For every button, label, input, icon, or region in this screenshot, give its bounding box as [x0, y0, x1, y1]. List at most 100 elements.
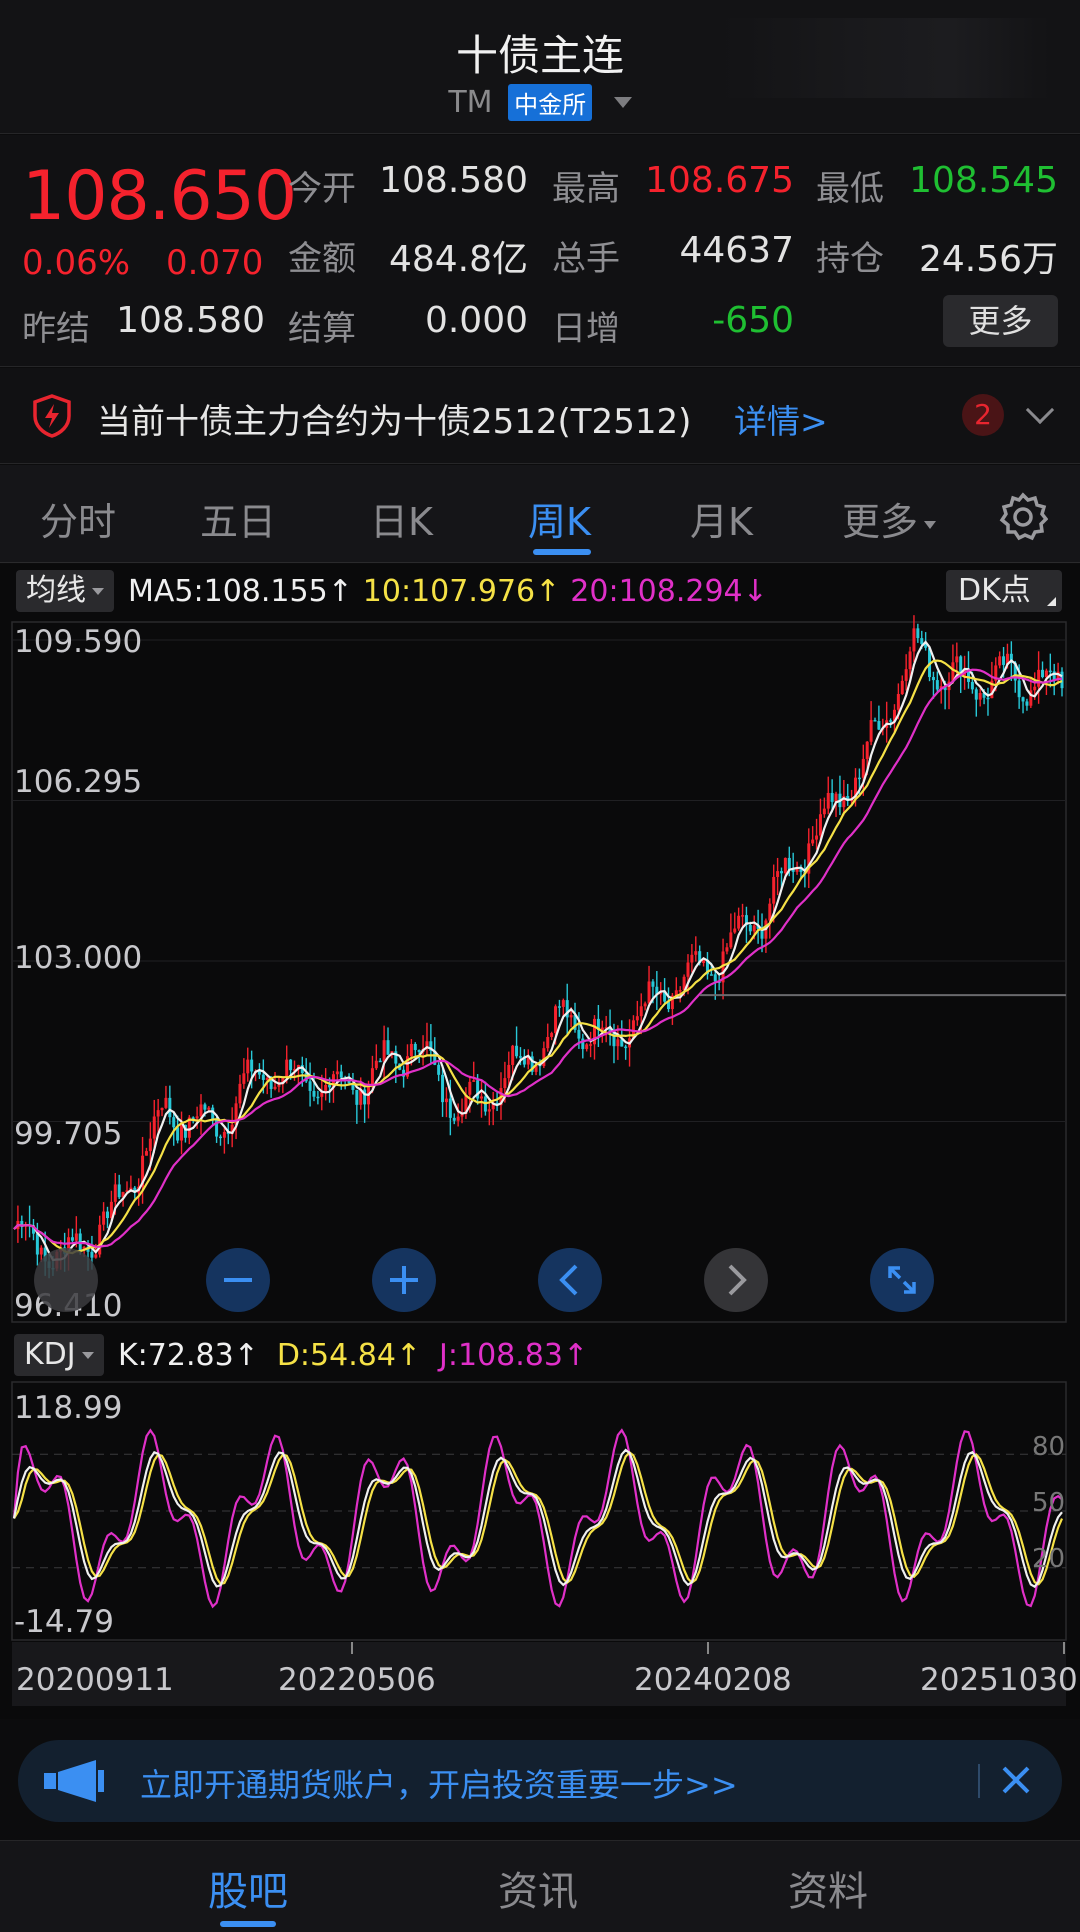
candle-body: [207, 1107, 211, 1110]
candle-body: [1033, 686, 1037, 691]
candle-body: [861, 758, 865, 778]
candle-body: [339, 1071, 343, 1078]
low-label: 最低: [816, 169, 884, 209]
candle-body: [518, 1056, 522, 1058]
ma-indicator-bar: 均线 MA5:108.155↑ 10:107.976↑ 20:108.294↓ DK…: [0, 564, 1080, 620]
chevron-down-icon[interactable]: [1025, 395, 1055, 425]
details-link[interactable]: 详情>: [734, 395, 828, 443]
exchange-badge: 中金所: [508, 84, 593, 121]
price-axis-label: 99.705: [14, 1116, 123, 1152]
tab-daily-k[interactable]: 日K: [370, 491, 433, 546]
candle-body: [218, 1136, 222, 1139]
candle-body: [370, 1068, 374, 1086]
candle-body: [772, 876, 776, 904]
scroll-left-button[interactable]: [538, 1248, 602, 1312]
candle-body: [729, 932, 733, 948]
candle-body: [238, 1083, 242, 1104]
low-value: 108.545: [909, 160, 1058, 201]
candle-body: [557, 1006, 561, 1008]
kline-chart-canvas[interactable]: [0, 564, 1080, 1719]
candle-body: [113, 1184, 117, 1202]
candle-body: [822, 808, 826, 815]
candle-body: [826, 792, 830, 809]
kdj-level-label: 50: [1032, 1488, 1066, 1518]
candle-body: [168, 1097, 172, 1118]
candle-body: [164, 1097, 168, 1108]
date-axis-label: 20200911: [16, 1662, 174, 1698]
candle-body: [507, 1064, 511, 1079]
candle-body: [456, 1116, 460, 1121]
candle-body: [316, 1096, 320, 1099]
candle-body: [417, 1050, 421, 1053]
candle-body: [546, 1036, 550, 1049]
candle-body: [378, 1060, 382, 1063]
kdj-indicator-bar: KDJ K:72.83↑ D:54.84↑ J:108.83↑: [0, 1328, 1080, 1384]
candle-body: [550, 1033, 554, 1037]
banner-divider: [978, 1764, 980, 1798]
open-label: 今开: [288, 169, 356, 209]
candle-body: [1044, 670, 1048, 678]
corner-triangle-icon: [1047, 597, 1056, 606]
candle-body: [920, 638, 924, 645]
candle-body: [94, 1254, 98, 1258]
high-label: 最高: [552, 169, 620, 209]
candle-body: [444, 1098, 448, 1103]
candle-body: [257, 1071, 261, 1075]
kline-chart[interactable]: 均线 MA5:108.155↑ 10:107.976↑ 20:108.294↓ DK…: [0, 564, 1080, 1719]
gear-icon[interactable]: [998, 491, 1048, 541]
main-contract-notice[interactable]: 当前十债主力合约为十债2512(T2512) 详情> 2: [0, 368, 1080, 464]
more-button[interactable]: 更多: [943, 295, 1058, 347]
tab-five-day[interactable]: 五日: [200, 491, 276, 546]
shield-lightning-icon: [33, 394, 71, 438]
tab-more[interactable]: 更多: [842, 491, 937, 546]
candle-body: [970, 681, 974, 690]
volume-label: 总手: [552, 239, 620, 279]
notice-count-badge: 2: [962, 394, 1004, 436]
candle-body: [955, 656, 959, 663]
high-value: 108.675: [645, 160, 794, 201]
candle-body: [779, 871, 783, 874]
kdj-k-line: [12, 1448, 1063, 1589]
candle-body: [908, 651, 912, 670]
expand-icon: [888, 1266, 916, 1294]
tab-intraday[interactable]: 分时: [40, 491, 116, 546]
dropdown-arrow-icon[interactable]: [613, 97, 632, 108]
nav-news[interactable]: 资讯: [498, 1859, 578, 1917]
settle-label: 结算: [288, 309, 356, 349]
last-price: 108.650: [22, 157, 297, 236]
dk-point-label: DK点: [958, 573, 1031, 608]
fullscreen-button[interactable]: [870, 1248, 934, 1312]
candle-body: [713, 974, 717, 982]
candle-body: [277, 1084, 281, 1087]
candle-body: [176, 1127, 180, 1141]
nav-info[interactable]: 资料: [788, 1859, 868, 1917]
kdj-selector[interactable]: KDJ: [14, 1334, 104, 1376]
quote-panel: 108.650 0.06% 0.070 昨结 108.580 今开 108.58…: [0, 135, 1080, 367]
chart-control[interactable]: [34, 1248, 98, 1312]
candle-body: [577, 1029, 581, 1039]
period-tabs: 分时 五日 日K 周K 月K 更多: [0, 465, 1080, 563]
date-axis-label: 20251030: [920, 1662, 1078, 1698]
candle-body: [639, 1006, 643, 1017]
dk-point-button[interactable]: DK点: [946, 570, 1062, 612]
ma-selector[interactable]: 均线: [16, 570, 114, 612]
caret-down-icon: [924, 520, 937, 529]
candle-body: [487, 1109, 491, 1112]
close-icon[interactable]: [996, 1760, 1036, 1800]
candle-body: [900, 680, 904, 695]
ma20-value: 20:108.294↓: [570, 574, 768, 609]
zoom-out-button[interactable]: [206, 1248, 270, 1312]
tab-monthly-k[interactable]: 月K: [690, 491, 753, 546]
candle-body: [261, 1074, 265, 1080]
candle-body: [191, 1117, 195, 1119]
kdj-level-label: 20: [1032, 1544, 1066, 1574]
nav-forum[interactable]: 股吧: [208, 1859, 288, 1917]
tab-weekly-k[interactable]: 周K: [528, 491, 591, 546]
open-account-banner[interactable]: 立即开通期货账户，开启投资重要一步>>: [18, 1740, 1062, 1822]
candle-body: [74, 1233, 78, 1241]
d-value: D:54.84↑: [276, 1338, 422, 1373]
zoom-in-button[interactable]: [372, 1248, 436, 1312]
candle-body: [468, 1081, 472, 1095]
scroll-right-button[interactable]: [704, 1248, 768, 1312]
price-pane-frame: [11, 621, 1067, 1323]
